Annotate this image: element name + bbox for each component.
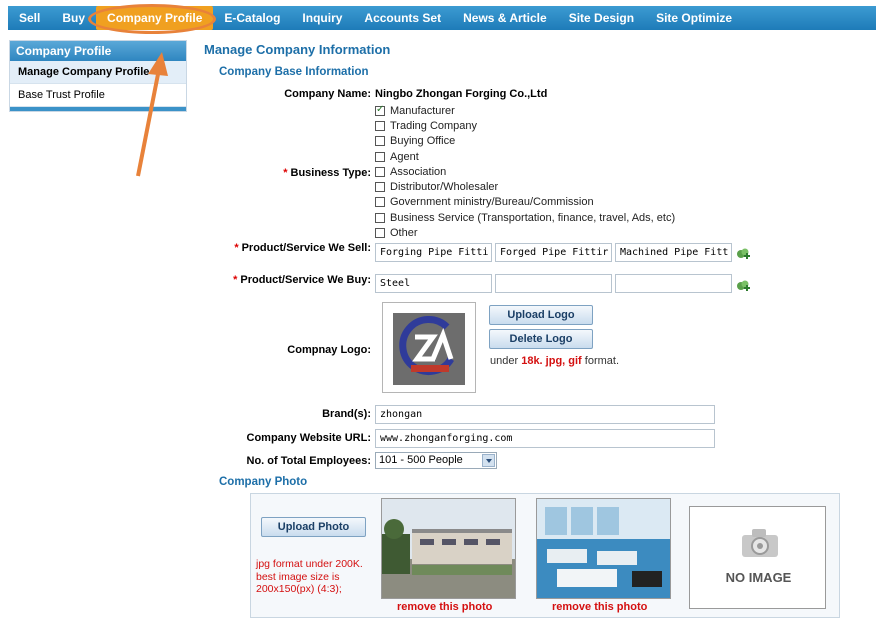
checkbox-checked-icon[interactable] bbox=[375, 104, 385, 116]
option-label: Business Service (Transportation, financ… bbox=[390, 211, 676, 224]
option-label: Association bbox=[390, 165, 447, 178]
no-image-placeholder: NO IMAGE bbox=[689, 506, 826, 609]
office-photo-image bbox=[537, 499, 670, 598]
nav-site-design[interactable]: Site Design bbox=[558, 6, 645, 30]
logo-note-highlight: 18k. jpg, gif bbox=[521, 355, 582, 367]
nav-e-catalog[interactable]: E-Catalog bbox=[213, 6, 291, 30]
logo-label: Compnay Logo: bbox=[287, 344, 371, 356]
business-type-option[interactable]: Other bbox=[375, 225, 675, 240]
upload-logo-button[interactable]: Upload Logo bbox=[489, 305, 593, 325]
business-type-option[interactable]: Government ministry/Bureau/Commission bbox=[375, 195, 675, 210]
section-title-company-photo: Company Photo bbox=[219, 476, 308, 488]
logo-format-note: under 18k. jpg, gif format. bbox=[490, 355, 619, 367]
required-asterisk-icon: * bbox=[233, 274, 238, 286]
business-type-label-text: Business Type: bbox=[290, 167, 372, 179]
buy-input-2[interactable] bbox=[495, 274, 612, 293]
option-label: Trading Company bbox=[390, 119, 478, 132]
website-url-input[interactable]: www.zhonganforging.com bbox=[375, 429, 715, 448]
website-url-label: Company Website URL: bbox=[246, 432, 371, 444]
buy-input-3[interactable] bbox=[615, 274, 732, 293]
sell-input-3[interactable]: Machined Pipe Fitt bbox=[615, 243, 732, 262]
company-photo-2 bbox=[536, 498, 671, 599]
chevron-down-icon[interactable] bbox=[482, 454, 495, 467]
business-type-option[interactable]: Agent bbox=[375, 149, 675, 164]
camera-icon bbox=[742, 529, 778, 557]
employees-label: No. of Total Employees: bbox=[246, 455, 371, 467]
checkbox-icon[interactable] bbox=[375, 182, 385, 193]
checkbox-icon[interactable] bbox=[375, 197, 385, 208]
option-label: Other bbox=[390, 227, 418, 240]
employees-select[interactable]: 101 - 500 People bbox=[375, 452, 497, 469]
option-label: Manufacturer bbox=[390, 104, 455, 117]
company-photo-1 bbox=[381, 498, 516, 599]
sidebar-item-manage-company-profile[interactable]: Manage Company Profile bbox=[10, 61, 186, 84]
nav-news-article[interactable]: News & Article bbox=[452, 6, 558, 30]
company-logo-image bbox=[393, 313, 465, 385]
company-logo-frame bbox=[382, 302, 476, 393]
add-field-icon[interactable] bbox=[736, 247, 750, 261]
employees-selected-value: 101 - 500 People bbox=[379, 454, 463, 466]
checkbox-icon[interactable] bbox=[375, 136, 385, 147]
checkbox-icon[interactable] bbox=[375, 228, 385, 239]
checkbox-icon[interactable] bbox=[375, 151, 385, 162]
brand-label: Brand(s): bbox=[322, 408, 371, 420]
business-type-option[interactable]: Buying Office bbox=[375, 134, 675, 149]
section-title-base-info: Company Base Information bbox=[219, 66, 369, 78]
nav-inquiry[interactable]: Inquiry bbox=[291, 6, 353, 30]
buy-input-1[interactable]: Steel bbox=[375, 274, 492, 293]
business-type-option[interactable]: Manufacturer bbox=[375, 103, 675, 118]
delete-logo-button[interactable]: Delete Logo bbox=[489, 329, 593, 349]
option-label: Government ministry/Bureau/Commission bbox=[390, 196, 594, 209]
logo-note-prefix: under bbox=[490, 355, 519, 367]
photo-format-note: jpg format under 200K. best image size i… bbox=[256, 558, 363, 595]
business-type-label: * Business Type: bbox=[283, 167, 371, 179]
logo-note-suffix: format. bbox=[584, 355, 620, 367]
remove-photo-1-link[interactable]: remove this photo bbox=[397, 601, 492, 613]
option-label: Buying Office bbox=[390, 135, 456, 148]
sidebar: Company Profile Manage Company Profile B… bbox=[9, 40, 187, 112]
business-type-option[interactable]: Business Service (Transportation, financ… bbox=[375, 210, 675, 225]
factory-photo-image bbox=[382, 499, 515, 598]
nav-sell[interactable]: Sell bbox=[8, 6, 51, 30]
business-type-checklist: Manufacturer Trading Company Buying Offi… bbox=[375, 103, 675, 241]
business-type-option[interactable]: Distributor/Wholesaler bbox=[375, 179, 675, 194]
sidebar-item-base-trust-profile[interactable]: Base Trust Profile bbox=[10, 84, 186, 107]
buy-label: * Product/Service We Buy: bbox=[233, 274, 371, 286]
sell-label: * Product/Service We Sell: bbox=[234, 242, 371, 254]
nav-site-optimize[interactable]: Site Optimize bbox=[645, 6, 743, 30]
company-name-value: Ningbo Zhongan Forging Co.,Ltd bbox=[375, 88, 548, 100]
business-type-option[interactable]: Trading Company bbox=[375, 118, 675, 133]
sell-input-2[interactable]: Forged Pipe Fittir bbox=[495, 243, 612, 262]
sidebar-title: Company Profile bbox=[10, 41, 186, 61]
sell-label-text: Product/Service We Sell: bbox=[241, 242, 371, 254]
required-asterisk-icon: * bbox=[234, 242, 239, 254]
checkbox-icon[interactable] bbox=[375, 166, 385, 177]
business-type-option[interactable]: Association bbox=[375, 164, 675, 179]
nav-accounts-set[interactable]: Accounts Set bbox=[353, 6, 452, 30]
no-image-label: NO IMAGE bbox=[725, 570, 792, 585]
top-nav: Sell Buy Company Profile E-Catalog Inqui… bbox=[8, 6, 876, 30]
checkbox-icon[interactable] bbox=[375, 120, 385, 131]
nav-buy[interactable]: Buy bbox=[51, 6, 96, 30]
sell-input-1[interactable]: Forging Pipe Fitti bbox=[375, 243, 492, 262]
option-label: Agent bbox=[390, 150, 419, 163]
add-field-icon[interactable] bbox=[736, 279, 750, 293]
company-name-label: Company Name: bbox=[284, 88, 371, 100]
required-asterisk-icon: * bbox=[283, 167, 288, 179]
nav-company-profile[interactable]: Company Profile bbox=[96, 6, 214, 30]
upload-photo-button[interactable]: Upload Photo bbox=[261, 517, 366, 537]
sidebar-footer-bar bbox=[10, 107, 186, 111]
checkbox-icon[interactable] bbox=[375, 212, 385, 223]
option-label: Distributor/Wholesaler bbox=[390, 181, 499, 194]
buy-label-text: Product/Service We Buy: bbox=[240, 274, 371, 286]
brand-input[interactable]: zhongan bbox=[375, 405, 715, 424]
remove-photo-2-link[interactable]: remove this photo bbox=[552, 601, 647, 613]
page-title: Manage Company Information bbox=[204, 42, 391, 57]
logo-mark-icon bbox=[399, 316, 454, 375]
